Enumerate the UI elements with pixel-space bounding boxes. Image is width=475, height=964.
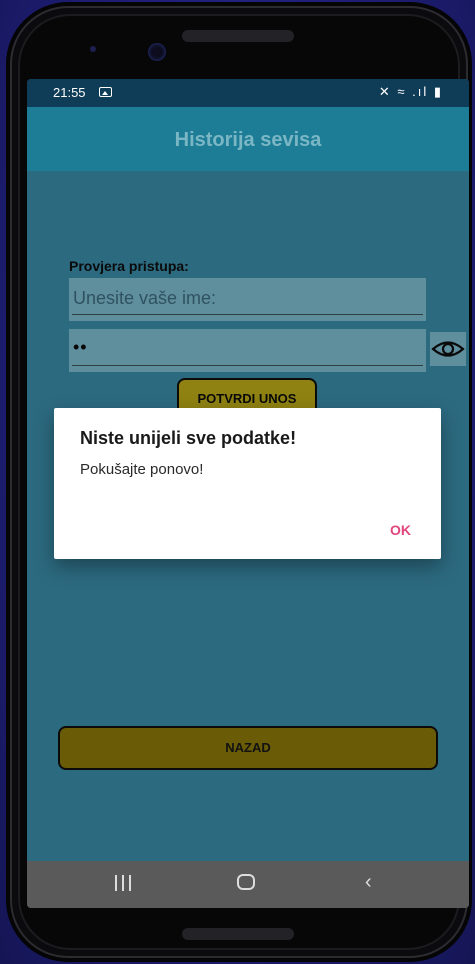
- name-input[interactable]: Unesite vaše ime:: [69, 278, 426, 321]
- status-icons: ✕ ≈ .ıl ▮: [378, 84, 443, 99]
- system-nav-bar: ‹: [27, 861, 469, 908]
- back-button[interactable]: NAZAD: [58, 726, 438, 770]
- password-value: ••: [73, 337, 88, 357]
- bottom-speaker: [182, 928, 294, 940]
- app-bar: Historija sevisa: [27, 107, 469, 171]
- password-input[interactable]: ••: [69, 329, 426, 372]
- recent-apps-icon[interactable]: [115, 875, 133, 891]
- access-label: Provjera pristupa:: [69, 258, 189, 274]
- dialog-title: Niste unijeli sve podatke!: [80, 428, 297, 448]
- name-input-placeholder: Unesite vaše ime:: [73, 288, 217, 308]
- toggle-password-visibility-button[interactable]: [430, 332, 466, 366]
- dialog-ok-button[interactable]: OK: [390, 522, 411, 538]
- alert-dialog: Niste unijeli sve podatke! Pokušajte pon…: [54, 408, 441, 559]
- status-time: 21:55: [53, 85, 86, 100]
- front-camera: [148, 43, 166, 61]
- earpiece-speaker: [182, 30, 294, 42]
- image-icon: [99, 87, 112, 97]
- dialog-message: Pokušajte ponovo!: [80, 461, 204, 478]
- password-input-underline: [72, 365, 423, 366]
- name-input-underline: [72, 314, 423, 315]
- eye-icon: [431, 341, 465, 357]
- back-icon[interactable]: ‹: [365, 871, 372, 894]
- screen: 21:55 ✕ ≈ .ıl ▮ Historija sevisa Provjer…: [27, 79, 469, 908]
- page-title: Historija sevisa: [174, 129, 322, 151]
- proximity-sensor: [90, 46, 96, 52]
- status-bar: 21:55 ✕ ≈ .ıl ▮: [27, 79, 469, 107]
- home-icon[interactable]: [237, 874, 255, 890]
